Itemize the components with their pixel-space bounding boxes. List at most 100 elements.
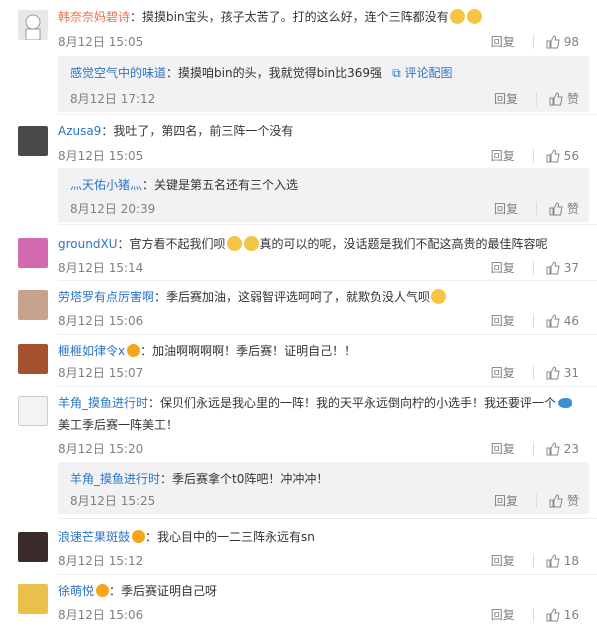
like-count: 98 [563, 34, 579, 49]
reply-button[interactable]: 回复 [491, 259, 523, 276]
comment-text: 季后赛证明自己呀 [121, 584, 218, 598]
laugh-emoji-icon [449, 9, 465, 24]
timestamp: 8月12日 15:05 [58, 35, 144, 49]
like-count: 37 [563, 260, 579, 275]
avatar[interactable] [18, 396, 48, 426]
comment-text-a: 官方看不起我们呗 [129, 237, 226, 251]
like-button[interactable]: 23 [546, 442, 579, 456]
thumbs-up-icon [546, 365, 560, 379]
avatar[interactable] [18, 238, 48, 268]
vip-badge-icon [127, 344, 141, 357]
reply-button[interactable]: 回复 [494, 90, 526, 107]
timestamp: 8月12日 15:05 [58, 149, 144, 163]
reply-button[interactable]: 回复 [491, 33, 523, 50]
like-button[interactable]: 赞 [549, 90, 579, 107]
vip-badge-icon [96, 584, 110, 597]
reply-button[interactable]: 回复 [491, 312, 523, 329]
thumbs-up-icon [546, 607, 560, 621]
like-button[interactable]: 31 [546, 366, 579, 380]
like-label: 赞 [566, 494, 579, 508]
reply-button[interactable]: 回复 [494, 492, 526, 509]
reply-button[interactable]: 回复 [491, 147, 523, 164]
image-comment-link[interactable]: ⧉ 评论配图 [392, 66, 452, 80]
thumbs-up-icon [549, 493, 563, 507]
timestamp: 8月12日 17:12 [70, 92, 156, 106]
username[interactable]: 感觉空气中的味道 [70, 66, 166, 80]
divider [532, 313, 534, 328]
sub-comment: 灬天佑小猪灬：关键是第五名还有三个入选 8月12日 20:39 回复 赞 [58, 168, 589, 222]
like-button[interactable]: 98 [546, 35, 579, 49]
separator: ： [142, 178, 155, 192]
avatar[interactable] [18, 344, 48, 374]
like-label: 赞 [566, 202, 579, 216]
comment-item: 徐萌悦 ：季后赛证明自己呀 8月12日 15:06 回复 16 [0, 574, 597, 629]
separator: ： [145, 530, 158, 544]
username[interactable]: 劳塔罗有点厉害啊 [58, 290, 154, 304]
like-count: 46 [563, 313, 579, 328]
timestamp: 8月12日 15:25 [70, 494, 156, 508]
like-button[interactable]: 46 [546, 314, 579, 328]
comment-text: 季后赛加油，这弱智评选呵呵了，就欺负没人气呗 [166, 290, 431, 304]
comment-text-continued: 美工季后赛一阵美工！ [58, 418, 179, 432]
divider [532, 607, 534, 622]
separator: ： [148, 396, 161, 410]
reply-button[interactable]: 回复 [491, 606, 523, 623]
picture-icon: ⧉ [392, 66, 405, 80]
comment-text: 我吐了，第四名，前三阵一个没有 [113, 124, 294, 138]
username[interactable]: 灬天佑小猪灬 [70, 178, 142, 192]
divider [532, 34, 534, 49]
timestamp: 8月12日 15:06 [58, 314, 144, 328]
username[interactable]: 浪速芒果斑鼓 [58, 530, 130, 544]
like-button[interactable]: 16 [546, 608, 579, 622]
avatar[interactable] [18, 126, 48, 156]
divider [532, 260, 534, 275]
like-label: 赞 [566, 92, 579, 106]
username[interactable]: 徐萌悦 [58, 584, 94, 598]
like-button[interactable]: 赞 [549, 492, 579, 509]
divider [58, 224, 597, 225]
like-button[interactable]: 18 [546, 554, 579, 568]
like-button[interactable]: 56 [546, 149, 579, 163]
separator: ： [117, 237, 130, 251]
timestamp: 8月12日 15:20 [58, 442, 144, 456]
thumbs-up-icon [546, 313, 560, 327]
thumbs-up-icon [546, 260, 560, 274]
avatar[interactable] [18, 10, 48, 40]
thumbs-up-icon [549, 201, 563, 215]
smirk-emoji-icon [431, 289, 447, 304]
separator: ： [130, 10, 143, 24]
laugh-emoji-icon [243, 236, 259, 251]
username[interactable]: 榧榧如律令x [58, 344, 125, 358]
separator: ： [101, 124, 114, 138]
reply-button[interactable]: 回复 [491, 440, 523, 457]
divider [532, 365, 534, 380]
username[interactable]: groundXU [58, 237, 117, 251]
divider [535, 91, 537, 106]
comment-text: 摸摸bin宝头，孩子太苦了。打的这么好，连个三阵都没有 [142, 10, 449, 24]
username[interactable]: Azusa9 [58, 124, 101, 138]
comment-item: 劳塔罗有点厉害啊：季后赛加油，这弱智评选呵呵了，就欺负没人气呗 8月12日 15… [0, 280, 597, 332]
username[interactable]: 羊角_摸鱼进行时 [70, 472, 160, 486]
timestamp: 8月12日 15:14 [58, 261, 144, 275]
avatar[interactable] [18, 584, 48, 614]
timestamp: 8月12日 15:07 [58, 366, 144, 380]
reply-button[interactable]: 回复 [494, 200, 526, 217]
avatar[interactable] [18, 290, 48, 320]
comment-item: 韩奈奈妈碧诗：摸摸bin宝头，孩子太苦了。打的这么好，连个三阵都没有 8月12日… [0, 0, 597, 58]
comment-item: 榧榧如律令x ：加油啊啊啊啊！季后赛！证明自己！！ 8月12日 15:07 回复 … [0, 334, 597, 386]
reply-button[interactable]: 回复 [491, 552, 523, 569]
divider [532, 553, 534, 568]
thumbs-up-icon [549, 91, 563, 105]
comment-text: 我心目中的一二三阵永远有sn [157, 530, 315, 544]
username[interactable]: 韩奈奈妈碧诗 [58, 10, 130, 24]
sub-comment: 感觉空气中的味道：摸摸咱bin的头，我就觉得bin比369强 ⧉ 评论配图 8月1… [58, 56, 589, 112]
timestamp: 8月12日 15:12 [58, 554, 144, 568]
like-button[interactable]: 赞 [549, 200, 579, 217]
thumbs-up-icon [546, 441, 560, 455]
avatar[interactable] [18, 532, 48, 562]
username[interactable]: 羊角_摸鱼进行时 [58, 396, 148, 410]
comment-text: 关键是第五名还有三个入选 [154, 178, 299, 192]
like-button[interactable]: 37 [546, 261, 579, 275]
reply-button[interactable]: 回复 [491, 364, 523, 381]
comment-text-b: 真的可以的呢，没话题是我们不配这高贵的最佳阵容呢 [259, 237, 548, 251]
